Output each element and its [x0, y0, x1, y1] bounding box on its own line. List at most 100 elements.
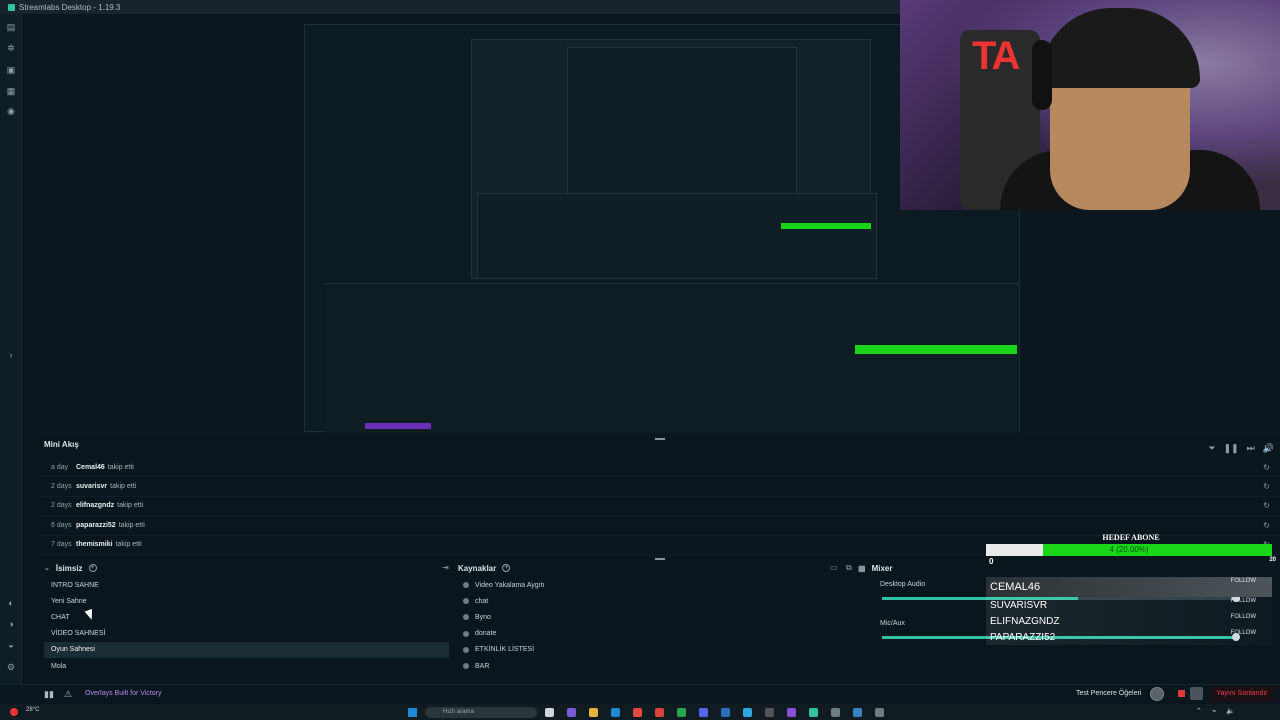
themes-icon[interactable]: ▦: [6, 86, 16, 96]
follower-item: ELIFNAZGNDZ FOLLOW: [986, 613, 1272, 629]
source-type-icon: [463, 598, 469, 605]
scene-item-selected[interactable]: Oyun Sahnesi: [44, 641, 449, 658]
source-item[interactable]: Video Yakalama Aygıtı: [458, 577, 864, 593]
sources-header: Kaynaklar +: [458, 561, 511, 575]
chevron-down-icon[interactable]: ⌄: [44, 564, 50, 572]
test-widgets-button[interactable]: Test Pencere Öğeleri: [1076, 690, 1141, 697]
source-folder-icon[interactable]: ▭: [830, 563, 838, 572]
follower-item: PAPARAZZI52 FOLLOW: [986, 629, 1272, 645]
scene-item[interactable]: VİDEO SAHNESİ: [44, 626, 449, 642]
record-button[interactable]: [1150, 687, 1164, 701]
os-taskbar: 28°C Hızlı arama ⌃ ⌁ 🔈: [0, 704, 1280, 720]
nested-overlay-link: [365, 423, 431, 429]
source-type-icon: [463, 630, 469, 637]
feed-row: a day Cemal46 takip etti ↻: [40, 458, 1280, 478]
scenes-header: ⌄ İsimsiz +: [44, 561, 97, 575]
scene-transition-icon[interactable]: ⇥: [442, 563, 449, 572]
replay-icon[interactable]: ↻: [1263, 501, 1270, 510]
feed-action: takip etti: [110, 483, 137, 491]
apps-icon[interactable]: ◉: [6, 106, 16, 116]
skype-icon[interactable]: [743, 708, 752, 717]
window-title: Streamlabs Desktop - 1.19.3: [19, 2, 121, 12]
app-icon[interactable]: [721, 708, 730, 717]
scene-item[interactable]: INTRO SAHNE: [44, 577, 449, 593]
replay-buffer-button[interactable]: [1190, 687, 1203, 700]
source-item[interactable]: Byno: [458, 609, 864, 625]
sources-list: Video Yakalama Aygıtı chat Byno donate E…: [458, 577, 864, 674]
follower-name: SUVARISVR: [990, 599, 1048, 611]
stop-record-icon[interactable]: [1178, 690, 1185, 697]
feed-user: elifnazgndz: [76, 502, 115, 510]
help-icon[interactable]: ◐: [6, 598, 16, 608]
scene-collection-title[interactable]: İsimsiz: [56, 564, 83, 573]
nested-dock: [477, 193, 877, 279]
feed-action: takip etti: [115, 541, 142, 549]
source-item[interactable]: BAR: [458, 658, 864, 674]
windows-start-icon[interactable]: [408, 708, 417, 717]
source-group-icon[interactable]: ⧉: [846, 563, 852, 573]
app-icon[interactable]: [831, 708, 840, 717]
taskbar-search[interactable]: Hızlı arama: [425, 707, 537, 718]
follower-item: CEMAL46 FOLLOW: [986, 577, 1272, 597]
discord-icon[interactable]: [699, 708, 708, 717]
feed-action: takip etti: [118, 521, 145, 529]
replay-icon[interactable]: ↻: [1263, 463, 1270, 472]
network-icon[interactable]: ⌁: [1212, 707, 1216, 715]
source-label: ETKİNLİK LİSTESİ: [475, 646, 535, 654]
app-icon[interactable]: [567, 708, 576, 717]
app-icon[interactable]: [853, 708, 862, 717]
scene-item[interactable]: Mola: [44, 658, 449, 674]
filter-icon[interactable]: ⏷: [1208, 443, 1215, 454]
subscriber-goal-widget: HEDEF ABONE 4 (20.00%) 0 20: [986, 533, 1276, 566]
whatsapp-icon[interactable]: [677, 708, 686, 717]
volume-icon[interactable]: 🔊: [1263, 443, 1274, 454]
replay-icon[interactable]: ↻: [1263, 482, 1270, 491]
source-item[interactable]: chat: [458, 593, 864, 609]
resize-handle[interactable]: [655, 558, 665, 560]
end-stream-button[interactable]: Yayını Sonlandır: [1210, 686, 1274, 702]
scene-item[interactable]: Yeni Sahne: [44, 593, 449, 609]
store-icon[interactable]: ▣: [6, 65, 16, 75]
file-explorer-icon[interactable]: [589, 708, 598, 717]
volume-tray-icon[interactable]: 🔈: [1226, 707, 1235, 715]
follower-item: SUVARISVR FOLLOW: [986, 597, 1272, 613]
pause-icon[interactable]: ❚❚: [1224, 443, 1239, 454]
source-type-icon: [463, 614, 469, 621]
chrome-icon[interactable]: [655, 708, 664, 717]
follower-name: CEMAL46: [990, 581, 1041, 593]
collapse-arrow-icon[interactable]: ›: [6, 350, 16, 360]
alert-icon[interactable]: ⚠: [64, 689, 72, 700]
edge-icon[interactable]: [611, 708, 620, 717]
add-scene-icon[interactable]: +: [88, 564, 97, 572]
mixer-header: ▦ Mixer: [858, 561, 892, 575]
taskview-icon[interactable]: [545, 708, 554, 717]
editor-icon[interactable]: ▤: [6, 22, 16, 32]
app-icon[interactable]: [633, 708, 642, 717]
left-nav-rail: ▤ ✲ ▣ ▦ ◉ › ◐ ◑ ◒ ⚙ ●: [0, 14, 22, 704]
app-icon[interactable]: [765, 708, 774, 717]
feed-row: 2 days elifnazgndz takip etti ↻: [40, 497, 1280, 517]
settings-gear-icon[interactable]: ⚙: [6, 662, 16, 672]
add-source-icon[interactable]: +: [502, 564, 511, 572]
app-icon[interactable]: [875, 708, 884, 717]
source-item[interactable]: donate: [458, 626, 864, 642]
source-item[interactable]: ETKİNLİK LİSTESİ: [458, 642, 864, 658]
streamlabs-taskbar-icon[interactable]: [809, 708, 818, 717]
feed-user: themismiki: [76, 541, 113, 549]
skip-icon[interactable]: ⏭: [1247, 443, 1255, 454]
scene-item[interactable]: CHAT: [44, 609, 449, 625]
app-icon[interactable]: [787, 708, 796, 717]
goal-progress-label: 4 (20.00%): [1109, 545, 1149, 554]
overlay-link[interactable]: Overlays Built for Victory: [85, 690, 162, 697]
layout-icon[interactable]: ✲: [6, 43, 16, 53]
stats-icon[interactable]: ▮▮: [44, 689, 54, 700]
follower-tag: FOLLOW: [1230, 578, 1256, 584]
nested-preview-window-2: [567, 47, 797, 197]
source-label: donate: [475, 630, 497, 638]
weather-icon[interactable]: [10, 708, 18, 716]
tray-chevron-icon[interactable]: ⌃: [1196, 707, 1202, 715]
dashboard-icon[interactable]: ◑: [6, 619, 16, 629]
replay-icon[interactable]: ↻: [1263, 521, 1270, 530]
highlighter-icon[interactable]: ◒: [6, 640, 16, 650]
nested-editor-panels: [325, 283, 1019, 433]
